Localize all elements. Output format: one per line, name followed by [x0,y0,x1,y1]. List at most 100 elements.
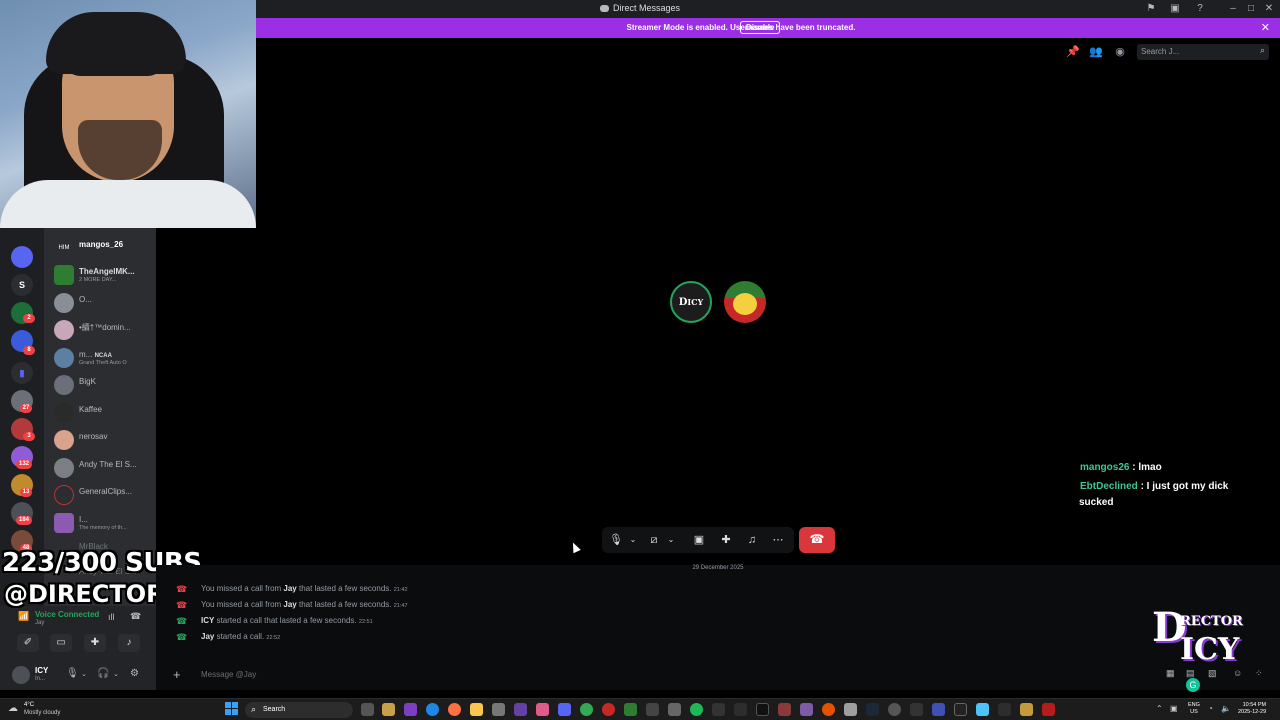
weather-desc[interactable]: Mostly cloudy [24,710,60,716]
weather-temp[interactable]: 4°C [24,702,34,708]
server-badge: 8 [23,346,35,355]
dm-item[interactable]: O... [52,290,156,316]
pin-icon[interactable]: 📌 [1066,45,1080,59]
app-icon[interactable] [888,703,901,716]
more-options-icon[interactable]: ⋯ [769,531,787,549]
user-avatar[interactable] [12,666,30,684]
twitch-icon[interactable] [514,703,527,716]
close-banner-icon[interactable]: ✕ [1261,21,1270,34]
server-icon[interactable]: S [11,274,33,296]
taskbar-search[interactable]: ⌕ Search [245,702,353,718]
app-icon[interactable] [844,703,857,716]
search-input[interactable]: Search J... ⌕ [1137,44,1269,60]
close-button[interactable]: ✕ [1262,2,1276,16]
volume-icon[interactable]: 🔈 [1221,704,1231,713]
soundboard-icon[interactable]: ♫ [743,531,761,549]
app-icon[interactable] [624,703,637,716]
screen-icon[interactable]: ▣ [1168,2,1182,16]
app-icon[interactable] [734,703,747,716]
dm-item[interactable]: Kaffee [52,400,156,426]
app-icon[interactable] [1042,703,1055,716]
screen-share-button[interactable]: ▭ [50,634,72,652]
app-icon[interactable] [998,703,1011,716]
hangup-button[interactable]: ☎ [799,527,835,553]
mic-icon[interactable]: 🎙 [66,668,79,679]
file-explorer-icon[interactable] [470,703,483,716]
opera-icon[interactable] [602,703,615,716]
spotify-icon[interactable] [690,703,703,716]
screen-share-icon[interactable]: ▣ [690,531,708,549]
camera-off-icon[interactable]: ⧄ [645,531,663,549]
app-icon[interactable] [800,703,813,716]
chevron-down-icon[interactable]: ⌄ [81,670,87,678]
app-icon[interactable] [492,703,505,716]
app-icon[interactable] [756,703,769,716]
noise-suppression-icon[interactable]: ıll [108,612,115,622]
tray-app-icon[interactable]: ▣ [1170,704,1178,713]
app-icon[interactable] [976,703,989,716]
x-icon[interactable] [954,703,967,716]
grammarly-icon[interactable]: G [1186,678,1200,692]
chevron-down-icon[interactable]: ⌄ [624,531,642,549]
apps-icon[interactable]: ⁘ [1255,668,1263,679]
discord-icon[interactable] [558,703,571,716]
chevron-down-icon[interactable]: ⌄ [113,670,119,678]
dm-item[interactable]: nerosav [52,427,156,453]
message-input[interactable]: Message @Jay [201,670,256,679]
folder-icon[interactable]: ▮ [11,362,33,384]
disconnect-icon[interactable]: ☎ [130,611,141,622]
app-icon[interactable] [382,703,395,716]
wifi-icon[interactable]: ◔ [1208,704,1213,713]
server-badge: 13 [20,488,32,497]
dm-item[interactable]: BigK [52,372,156,398]
inbox-icon[interactable]: ⚑ [1144,2,1158,16]
app-icon[interactable] [536,703,549,716]
clock[interactable]: 10:54 PM 2025-12-29 [1238,702,1266,716]
activities-icon[interactable]: ✚ [717,531,735,549]
app-icon[interactable] [404,703,417,716]
app-icon[interactable] [646,703,659,716]
disable-streamer-mode-button[interactable]: Disable [740,21,781,34]
firefox-icon[interactable] [448,703,461,716]
app-icon[interactable] [668,703,681,716]
dm-item[interactable]: GeneralClips... [52,482,156,508]
dm-item[interactable]: •續†™domin... [52,317,156,343]
dm-item-mangos[interactable]: HIM mangos_26 [52,235,156,261]
server-icon[interactable] [11,246,33,268]
app-icon[interactable] [778,703,791,716]
help-icon[interactable]: ? [1193,2,1207,16]
profile-icon[interactable]: ◉ [1113,45,1127,59]
participant-icy-avatar[interactable]: DICY [670,281,712,323]
activities-button[interactable]: ✚ [84,634,106,652]
language-indicator[interactable]: ENG US [1188,702,1200,716]
soundboard-button[interactable]: ♪ [118,634,140,652]
minimize-button[interactable]: – [1226,2,1240,16]
app-icon[interactable] [712,703,725,716]
voice-panel: 📶 Voice Connected Jay ıll ☎ ✐ ▭ ✚ ♪ [0,606,156,658]
app-icon[interactable] [822,703,835,716]
avatar [54,293,74,313]
dm-item[interactable]: I... The memory of th... [52,510,156,536]
video-button[interactable]: ✐ [17,634,39,652]
maximize-button[interactable]: □ [1244,2,1258,16]
windows-start-icon[interactable] [225,702,239,716]
app-icon[interactable] [932,703,945,716]
chevron-down-icon[interactable]: ⌄ [662,531,680,549]
dm-item[interactable]: Andy The El S... [52,455,156,481]
task-view-icon[interactable] [361,703,374,716]
dm-item[interactable]: TheAngelMK... 2 MORE DAY... [52,262,156,288]
settings-gear-icon[interactable]: ⚙ [130,668,139,679]
mic-icon[interactable]: 🎙 [607,531,625,549]
tray-chevron-icon[interactable]: ⌃ [1156,704,1163,713]
headphones-icon[interactable]: 🎧 [97,668,109,679]
attach-plus-icon[interactable]: + [173,667,181,682]
app-icon[interactable] [910,703,923,716]
add-friends-icon[interactable]: 👥 [1089,45,1103,59]
edge-icon[interactable] [426,703,439,716]
chrome-icon[interactable] [580,703,593,716]
participant-jay-avatar[interactable] [724,281,766,323]
dm-item[interactable]: m... NCAA Grand Theft Auto O [52,345,156,371]
steam-icon[interactable] [866,703,879,716]
app-icon[interactable] [1020,703,1033,716]
server-badge: 132 [16,460,32,469]
